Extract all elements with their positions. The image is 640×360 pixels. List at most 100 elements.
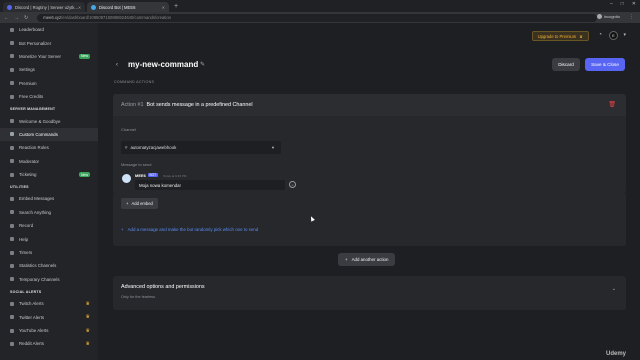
sidebar-heading: UTILITIES	[10, 184, 29, 189]
maximize-icon[interactable]: □	[621, 1, 624, 7]
sidebar-item-label: Settings	[19, 67, 35, 73]
add-action-label: Add another action	[351, 257, 389, 262]
sidebar-item-label: Temporary Channels	[19, 276, 60, 282]
main-content: ‹ my-new-command ✎ Discard Save & Close …	[98, 49, 640, 360]
sidebar-item-help[interactable]: Help	[0, 232, 98, 245]
advanced-title: Advanced options and permissions	[121, 284, 205, 290]
close-icon[interactable]: ✕	[162, 5, 165, 10]
sidebar-item-icon	[10, 237, 14, 242]
sidebar-item-moderator[interactable]: Moderator	[0, 155, 98, 168]
sidebar-item-icon	[10, 54, 14, 59]
sidebar-item-icon	[10, 341, 14, 346]
sidebar-item-label: Statistics Channels	[19, 263, 57, 269]
sidebar-item-custom-commands[interactable]: Custom Commands	[0, 127, 98, 142]
plus-icon: +	[126, 201, 129, 206]
sidebar-item-icon	[10, 119, 14, 124]
sidebar-item-icon	[10, 328, 14, 333]
sidebar-item-icon	[10, 250, 14, 255]
sidebar-item-icon	[10, 301, 14, 306]
browser-tabbar: Discord | Rogtiny | Serwer użytk... ✕ Di…	[0, 0, 640, 12]
advanced-subtitle: Only for the fearless	[121, 295, 155, 299]
upgrade-premium-button[interactable]: Upgrade to Premium ♛	[531, 31, 589, 41]
reload-icon[interactable]: ↻	[24, 15, 28, 21]
minimize-icon[interactable]: –	[610, 1, 613, 7]
screen: Discord | Rogtiny | Serwer użytk... ✕ Di…	[0, 0, 640, 360]
action-header[interactable]: Action #1 Bot sends message in a predefi…	[113, 94, 626, 116]
sidebar-item-youtube-alerts[interactable]: YouTube Alerts ♛	[0, 324, 98, 337]
sidebar-item-twitter-alerts[interactable]: Twitter Alerts ♛	[0, 310, 98, 323]
sidebar-item-label: Reddit Alerts	[19, 341, 44, 347]
sidebar-item-label: Monetize Your Server	[19, 53, 61, 59]
sidebar-item-record[interactable]: Record	[0, 219, 98, 232]
incognito-indicator[interactable]: Incognito	[596, 14, 620, 19]
sidebar-item-label: Twitter Alerts	[19, 314, 45, 320]
upgrade-label: Upgrade to Premium	[537, 33, 577, 39]
browser-tab-active[interactable]: Discord Bot | MEE6 ✕	[87, 2, 169, 12]
sidebar-item-welcome-goodbye[interactable]: Welcome & Goodbye	[0, 114, 98, 127]
discard-button[interactable]: Discard	[552, 58, 580, 71]
emoji-icon[interactable]: ☺	[289, 181, 296, 188]
incognito-icon	[596, 14, 602, 19]
trash-icon[interactable]: 🗑	[608, 101, 616, 108]
close-window-icon[interactable]: ✕	[632, 1, 636, 7]
advanced-options-panel[interactable]: Advanced options and permissions Only fo…	[113, 276, 626, 310]
sidebar-item-temporary-channels[interactable]: Temporary Channels	[0, 273, 98, 286]
sidebar-item-twitch-alerts[interactable]: Twitch Alerts ♛	[0, 297, 98, 310]
message-time: Today at 9:45 PM	[163, 173, 187, 178]
new-tab-button[interactable]: +	[174, 2, 178, 12]
sidebar-item-settings[interactable]: Settings	[0, 63, 98, 76]
sidebar-item-reaction-roles[interactable]: Reaction Roles	[0, 141, 98, 154]
tab-label: Discord | Rogtiny | Serwer użytk...	[15, 4, 78, 10]
chevron-down-icon[interactable]: ▾	[623, 32, 626, 38]
browser-tab[interactable]: Discord | Rogtiny | Serwer użytk... ✕	[3, 2, 85, 12]
sidebar-item-label: Search Anything	[19, 209, 51, 215]
sidebar-item-bot-personalizer[interactable]: Bot Personalizer	[0, 36, 98, 49]
sidebar-item-leaderboard[interactable]: Leaderboard	[0, 23, 98, 36]
forward-arrow-icon[interactable]: →	[14, 15, 19, 21]
bot-avatar	[122, 174, 131, 183]
chevron-down-icon: ▼	[271, 145, 275, 150]
back-chevron-icon[interactable]: ‹	[116, 62, 118, 68]
crown-icon: ♛	[579, 33, 583, 39]
add-random-message-link[interactable]: + Add a message and make the bot randoml…	[121, 227, 258, 232]
avatar-letter: E	[612, 33, 615, 38]
close-icon[interactable]: ✕	[78, 5, 81, 10]
save-close-button[interactable]: Save & Close	[585, 58, 625, 71]
chevron-down-icon: ⌄	[611, 286, 616, 292]
sidebar-item-ticketing[interactable]: Ticketing New	[0, 168, 98, 181]
sidebar-item-label: Moderator	[19, 158, 40, 164]
browser-menu-icon[interactable]: ⋮	[629, 14, 634, 20]
action-card: Action #1 Bot sends message in a predefi…	[113, 94, 626, 194]
sidebar-item-label: Reaction Roles	[19, 145, 49, 151]
crown-icon: ♛	[85, 314, 90, 321]
plus-icon: +	[121, 227, 124, 232]
sidebar-item-statistics-channels[interactable]: Statistics Channels	[0, 259, 98, 272]
edit-pencil-icon[interactable]: ✎	[200, 61, 205, 68]
new-badge: New	[78, 53, 90, 59]
sidebar-item-icon	[10, 41, 14, 46]
sidebar-item-embed-messages[interactable]: Embed Messages	[0, 192, 98, 205]
sidebar-item-label: Custom Commands	[19, 131, 58, 137]
add-another-action-button[interactable]: + Add another action	[338, 253, 396, 266]
action-card-footer: + Add embed + Add a message and make the…	[113, 194, 626, 246]
sidebar-item-premium[interactable]: Premium	[0, 77, 98, 90]
sidebar-item-search-anything[interactable]: Search Anything	[0, 206, 98, 219]
sidebar-item-label: Leaderboard	[19, 27, 44, 33]
back-arrow-icon[interactable]: ←	[4, 15, 9, 21]
sidebar-item-reddit-alerts[interactable]: Reddit Alerts ♛	[0, 337, 98, 350]
incognito-label: Incognito	[603, 14, 620, 19]
message-input[interactable]: Moja nowa komenda!	[135, 180, 285, 190]
sidebar-item-icon	[10, 172, 14, 177]
sidebar-item-icon	[10, 81, 14, 86]
crown-icon: ♛	[85, 300, 90, 307]
sidebar-item-timers[interactable]: Timers	[0, 246, 98, 259]
sidebar-item-free-credits[interactable]: Free Credits	[0, 90, 98, 103]
sidebar-item-monetize-your-server[interactable]: Monetize Your Server New	[0, 50, 98, 63]
address-bar[interactable]: mee6.xyz/en/dashboard/108508715088062464…	[37, 13, 598, 22]
sidebar-item-label: Ticketing	[19, 172, 37, 178]
add-embed-button[interactable]: + Add embed	[121, 198, 158, 209]
notification-bell-icon[interactable]: ◔	[598, 32, 602, 38]
channel-select[interactable]: # automatyzacjawebhook ▼	[121, 141, 281, 154]
user-avatar[interactable]: E	[609, 31, 618, 40]
top-header: Upgrade to Premium ♛ ◔ E ▾	[98, 23, 640, 49]
